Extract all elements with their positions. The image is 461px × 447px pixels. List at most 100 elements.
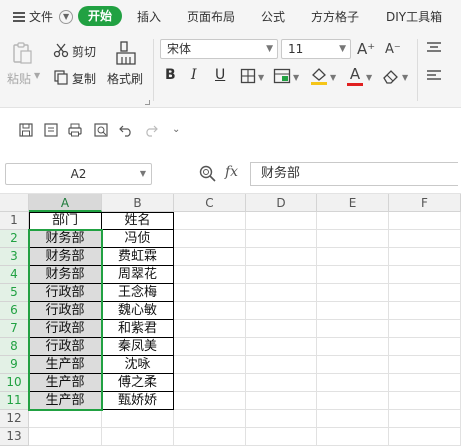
cell-f3[interactable] xyxy=(389,248,461,266)
cell-a5[interactable]: 行政部 xyxy=(29,284,102,302)
cell-d8[interactable] xyxy=(246,338,317,356)
cell-d7[interactable] xyxy=(246,320,317,338)
column-header-b[interactable]: B xyxy=(102,194,174,212)
cell-e10[interactable] xyxy=(317,374,389,392)
cell-f8[interactable] xyxy=(389,338,461,356)
cell-b7[interactable]: 和紫君 xyxy=(102,320,174,338)
row-header-13[interactable]: 13 xyxy=(0,428,29,446)
cell-e2[interactable] xyxy=(317,230,389,248)
select-all-corner[interactable] xyxy=(0,194,29,212)
zoom-search-icon[interactable] xyxy=(199,165,216,182)
cell-d3[interactable] xyxy=(246,248,317,266)
cell-e4[interactable] xyxy=(317,266,389,284)
cell-a8[interactable]: 行政部 xyxy=(29,338,102,356)
cell-d5[interactable] xyxy=(246,284,317,302)
cell-f2[interactable] xyxy=(389,230,461,248)
cell-e11[interactable] xyxy=(317,392,389,410)
preview-icon[interactable] xyxy=(94,123,108,137)
cell-a7[interactable]: 行政部 xyxy=(29,320,102,338)
clear-dropdown-icon[interactable]: ▼ xyxy=(402,73,408,82)
tab-insert[interactable]: 插入 xyxy=(137,8,161,25)
cell-b10[interactable]: 傅之柔 xyxy=(102,374,174,392)
eraser-icon[interactable] xyxy=(382,68,400,84)
tab-fangfang[interactable]: 方方格子 xyxy=(311,8,359,25)
formula-input[interactable]: 财务部 xyxy=(250,162,458,186)
cell-c10[interactable] xyxy=(174,374,246,392)
chevron-down-icon[interactable]: ▼ xyxy=(140,164,146,184)
borders-icon[interactable] xyxy=(240,68,256,84)
cell-f9[interactable] xyxy=(389,356,461,374)
cell-b1[interactable]: 姓名 xyxy=(102,212,174,230)
cell-a2[interactable]: 财务部 xyxy=(29,230,102,248)
underline-button[interactable]: U xyxy=(215,67,225,83)
cell-c13[interactable] xyxy=(174,428,246,446)
cell-f13[interactable] xyxy=(389,428,461,446)
cell-a10[interactable]: 生产部 xyxy=(29,374,102,392)
align-top-icon[interactable] xyxy=(427,42,441,54)
row-header-7[interactable]: 7 xyxy=(0,320,29,338)
fill-color-icon[interactable] xyxy=(310,66,328,86)
print-icon[interactable] xyxy=(68,123,82,137)
format-painter-button[interactable]: 格式刷 xyxy=(107,70,143,87)
cell-d13[interactable] xyxy=(246,428,317,446)
cell-c5[interactable] xyxy=(174,284,246,302)
tab-diy-toolbox[interactable]: DIY工具箱 xyxy=(386,8,442,25)
cell-e12[interactable] xyxy=(317,410,389,428)
cell-a12[interactable] xyxy=(29,410,102,428)
align-left-icon[interactable] xyxy=(427,70,441,82)
format-painter-icon[interactable] xyxy=(114,40,138,66)
name-box[interactable]: A2 ▼ xyxy=(5,163,152,185)
cell-f1[interactable] xyxy=(389,212,461,230)
cell-f7[interactable] xyxy=(389,320,461,338)
cell-a9[interactable]: 生产部 xyxy=(29,356,102,374)
row-header-11[interactable]: 11 xyxy=(0,392,29,410)
cell-f4[interactable] xyxy=(389,266,461,284)
row-header-3[interactable]: 3 xyxy=(0,248,29,266)
row-header-6[interactable]: 6 xyxy=(0,302,29,320)
cell-e13[interactable] xyxy=(317,428,389,446)
tab-home[interactable]: 开始 xyxy=(78,6,122,26)
cell-c8[interactable] xyxy=(174,338,246,356)
cell-a11[interactable]: 生产部 xyxy=(29,392,102,410)
grow-font-button[interactable]: A⁺ xyxy=(357,40,375,58)
cell-d12[interactable] xyxy=(246,410,317,428)
font-name-select[interactable]: 宋体 ▼ xyxy=(160,39,278,59)
paste-dropdown-icon[interactable]: ▼ xyxy=(34,71,40,80)
cell-f6[interactable] xyxy=(389,302,461,320)
cell-c2[interactable] xyxy=(174,230,246,248)
cell-b9[interactable]: 沈咏 xyxy=(102,356,174,374)
copy-button[interactable]: 复制 xyxy=(72,70,96,87)
row-header-2[interactable]: 2 xyxy=(0,230,29,248)
column-header-e[interactable]: E xyxy=(317,194,389,212)
cut-button[interactable]: 剪切 xyxy=(72,43,96,60)
font-color-dropdown-icon[interactable]: ▼ xyxy=(366,73,372,82)
insert-function-button[interactable]: fx xyxy=(225,164,238,180)
cell-b8[interactable]: 秦凤美 xyxy=(102,338,174,356)
paste-button[interactable] xyxy=(10,41,34,65)
row-header-9[interactable]: 9 xyxy=(0,356,29,374)
column-header-a[interactable]: A xyxy=(29,194,102,212)
cell-b12[interactable] xyxy=(102,410,174,428)
column-header-d[interactable]: D xyxy=(246,194,317,212)
paste-label[interactable]: 粘贴 xyxy=(7,70,31,87)
cell-f11[interactable] xyxy=(389,392,461,410)
cell-c12[interactable] xyxy=(174,410,246,428)
font-size-select[interactable]: 11 ▼ xyxy=(281,39,351,59)
cell-c7[interactable] xyxy=(174,320,246,338)
bold-button[interactable]: B xyxy=(165,67,176,83)
cell-d1[interactable] xyxy=(246,212,317,230)
cell-e8[interactable] xyxy=(317,338,389,356)
tab-formulas[interactable]: 公式 xyxy=(261,8,285,25)
italic-button[interactable]: I xyxy=(191,67,197,83)
cell-d2[interactable] xyxy=(246,230,317,248)
customize-toolbar-icon[interactable]: ⌄ xyxy=(172,123,186,137)
copy-icon[interactable] xyxy=(53,69,69,85)
cell-d11[interactable] xyxy=(246,392,317,410)
row-header-5[interactable]: 5 xyxy=(0,284,29,302)
merge-cells-icon[interactable] xyxy=(273,68,291,84)
cell-b5[interactable]: 王念梅 xyxy=(102,284,174,302)
tab-page-layout[interactable]: 页面布局 xyxy=(187,8,235,25)
cell-b4[interactable]: 周翠花 xyxy=(102,266,174,284)
print-preview-icon[interactable] xyxy=(44,123,58,137)
cell-b3[interactable]: 费虹霖 xyxy=(102,248,174,266)
